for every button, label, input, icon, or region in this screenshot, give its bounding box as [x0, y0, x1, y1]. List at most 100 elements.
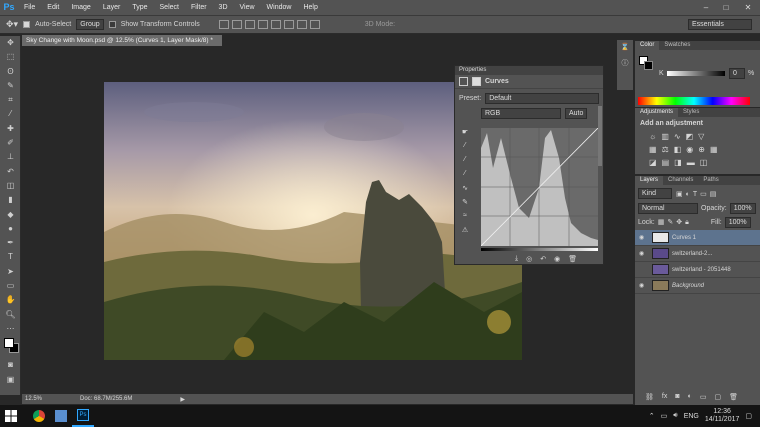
crop-tool-icon[interactable]: ⌗	[0, 93, 21, 107]
clip-layer-icon[interactable]: ⤓	[515, 255, 518, 263]
opacity-input[interactable]: 100%	[729, 203, 756, 214]
layer-name[interactable]: Background	[672, 283, 704, 289]
auto-select-checkbox[interactable]	[23, 21, 31, 28]
close-icon[interactable]: ✕	[738, 0, 758, 15]
layer-thumbnail[interactable]	[652, 264, 669, 275]
pen-tool-icon[interactable]: ✒	[0, 236, 21, 250]
target-adjust-icon[interactable]: ☛	[458, 128, 472, 142]
info-panel-icon[interactable]: ⓘ	[617, 56, 633, 72]
tab-adjustments[interactable]: Adjustments	[635, 108, 679, 117]
curve-edit-icon[interactable]: ∿	[458, 184, 472, 198]
align-vcenter-icon[interactable]	[231, 20, 242, 29]
hue-icon[interactable]: ▦	[649, 145, 657, 154]
gray-point-icon[interactable]: ⁄	[458, 156, 472, 170]
blur-tool-icon[interactable]: ◆	[0, 208, 21, 222]
shape-tool-icon[interactable]: ▭	[0, 279, 21, 293]
workspace-select[interactable]: Essentials	[688, 19, 752, 30]
black-point-icon[interactable]: ⁄	[458, 142, 472, 156]
hand-tool-icon[interactable]: ✋	[0, 293, 21, 307]
threshold-icon[interactable]: ◨	[674, 158, 682, 167]
brightness-icon[interactable]: ☼	[649, 132, 656, 141]
clipping-warning-icon[interactable]: ⚠	[458, 226, 472, 240]
menu-select[interactable]: Select	[154, 0, 185, 15]
marquee-tool-icon[interactable]: ⬚	[0, 50, 21, 64]
levels-icon[interactable]: ▥	[661, 132, 669, 141]
menu-window[interactable]: Window	[261, 0, 298, 15]
align-bottom-icon[interactable]	[244, 20, 255, 29]
more-tools-icon[interactable]: ⋯	[0, 322, 21, 336]
distribute-2-icon[interactable]	[309, 20, 320, 29]
tab-channels[interactable]: Channels	[663, 176, 698, 185]
layer-thumbnail[interactable]	[652, 232, 669, 243]
zoom-tool-icon[interactable]: 🔍︎	[0, 308, 21, 322]
distribute-icon[interactable]	[296, 20, 307, 29]
add-mask-icon[interactable]: ◙	[675, 393, 679, 401]
channel-select[interactable]: RGB	[481, 108, 561, 119]
path-select-icon[interactable]: ➤	[0, 265, 21, 279]
exposure-icon[interactable]: ◩	[686, 132, 694, 141]
selective-color-icon[interactable]: ◫	[700, 158, 708, 167]
reset-icon[interactable]: ↶	[540, 255, 546, 263]
group-select[interactable]: Group	[76, 19, 104, 30]
move-tool-icon[interactable]: ✥▾	[6, 19, 18, 30]
vibrance-icon[interactable]: ▽	[698, 132, 704, 141]
quick-select-tool-icon[interactable]: ✎	[0, 79, 21, 93]
language-indicator[interactable]: ENG	[684, 413, 699, 420]
color-ramp[interactable]	[638, 97, 750, 105]
filter-icons[interactable]: ▣◐T▭▤	[676, 190, 719, 198]
auto-button[interactable]: Auto	[565, 108, 587, 119]
properties-scrollbar[interactable]	[598, 106, 602, 166]
zoom-level[interactable]: 12.5%	[25, 396, 42, 402]
menu-filter[interactable]: Filter	[185, 0, 213, 15]
type-tool-icon[interactable]: T	[0, 250, 21, 264]
new-group-icon[interactable]: ▭	[700, 393, 707, 401]
new-adjustment-icon[interactable]: ◐	[688, 393, 692, 401]
align-right-icon[interactable]	[283, 20, 294, 29]
k-value[interactable]: 0	[729, 68, 745, 79]
menu-3d[interactable]: 3D	[213, 0, 234, 15]
visibility-eye-icon[interactable]: ◉	[639, 282, 649, 289]
pencil-draw-icon[interactable]: ✎	[458, 198, 472, 212]
color-balance-icon[interactable]: ⚖	[662, 145, 669, 154]
link-icon[interactable]: ⛓	[645, 393, 654, 401]
layer-name[interactable]: switzerland-2...	[672, 251, 712, 257]
history-panel-icon[interactable]: ⌛	[617, 40, 633, 56]
gradient-tool-icon[interactable]: ▮	[0, 193, 21, 207]
healing-tool-icon[interactable]: ✚	[0, 122, 21, 136]
align-left-icon[interactable]	[257, 20, 268, 29]
tab-styles[interactable]: Styles	[678, 108, 704, 117]
layer-name[interactable]: switzerland - 2051448	[672, 267, 731, 273]
photoshop-taskbar-icon[interactable]: Ps	[72, 405, 94, 427]
maximize-icon[interactable]: □	[716, 0, 736, 15]
menu-edit[interactable]: Edit	[41, 0, 65, 15]
eraser-tool-icon[interactable]: ◫	[0, 179, 21, 193]
mask-icon[interactable]	[472, 77, 481, 86]
volume-icon[interactable]: 🔊︎	[673, 412, 677, 420]
kind-select[interactable]: Kind	[638, 188, 672, 199]
delete-layer-icon[interactable]: 🗑︎	[729, 393, 738, 401]
eyedropper-tool-icon[interactable]: ⁄	[0, 107, 21, 121]
gradient-map-icon[interactable]: ▬	[687, 158, 695, 167]
menu-file[interactable]: File	[18, 0, 41, 15]
quick-mask-icon[interactable]: ◙	[0, 358, 21, 372]
menu-image[interactable]: Image	[65, 0, 96, 15]
document-tab[interactable]: Sky Change with Moon.psd @ 12.5% (Curves…	[22, 35, 222, 46]
clock[interactable]: 12:36 14/11/2017	[705, 408, 740, 424]
new-layer-icon[interactable]: ▢	[714, 393, 721, 401]
k-slider[interactable]	[667, 71, 725, 76]
status-arrow-icon[interactable]: ▶	[180, 396, 185, 403]
windows-start-icon[interactable]	[0, 405, 22, 427]
layer-row[interactable]: switzerland - 2051448	[635, 262, 760, 278]
lock-icons[interactable]: ▦✎✥🔒︎	[658, 218, 692, 227]
curves-graph[interactable]	[481, 128, 598, 246]
white-point-icon[interactable]: ⁄	[458, 170, 472, 184]
lasso-tool-icon[interactable]: ʘ	[0, 65, 21, 79]
smooth-icon[interactable]: ≈	[458, 212, 472, 226]
menu-layer[interactable]: Layer	[97, 0, 127, 15]
tray-chevron-icon[interactable]: ⌃	[649, 412, 655, 420]
fx-icon[interactable]: fx	[662, 393, 667, 401]
delete-icon[interactable]: 🗑︎	[568, 255, 577, 263]
layer-thumbnail[interactable]	[652, 248, 669, 259]
layer-thumbnail[interactable]	[652, 280, 669, 291]
properties-tab[interactable]: Properties	[455, 66, 603, 75]
